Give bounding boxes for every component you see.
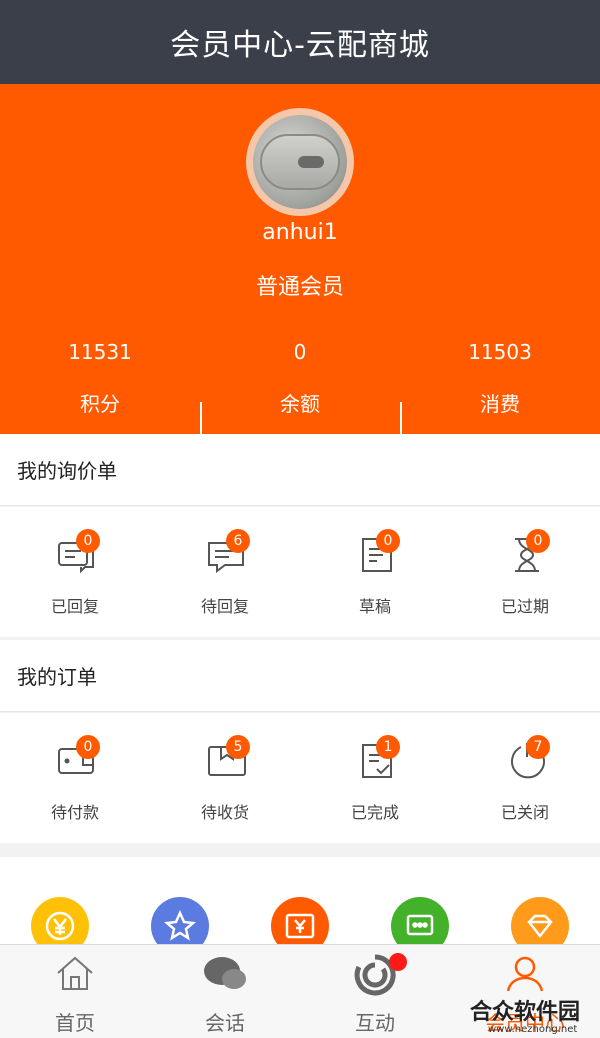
item-label: 已回复 — [50, 597, 99, 616]
count-badge: 7 — [526, 735, 550, 759]
tab-label: 首页 — [55, 1011, 95, 1035]
stats-row: 11531 积分 0 余额 11503 消费 — [0, 336, 600, 434]
profile-panel: anhui1 普通会员 11531 积分 0 余额 11503 消费 — [0, 84, 600, 434]
inquiry-item-replied[interactable]: 0 已回复 — [0, 507, 150, 637]
stat-value: 11531 — [68, 340, 132, 364]
quick-actions — [0, 857, 600, 955]
stat-label: 余额 — [280, 392, 320, 416]
notification-dot — [389, 953, 407, 971]
count-badge: 5 — [226, 735, 250, 759]
diamond-icon — [527, 914, 553, 939]
item-label: 已过期 — [500, 597, 549, 616]
message-icon — [406, 914, 434, 936]
inquiry-section-title[interactable]: 我的询价单 — [0, 434, 600, 506]
count-badge: 0 — [76, 529, 100, 553]
inquiry-item-draft[interactable]: 0 草稿 — [300, 507, 450, 637]
inquiry-title: 我的询价单 — [17, 459, 117, 483]
count-badge: 0 — [76, 735, 100, 759]
count-badge: 0 — [526, 529, 550, 553]
username: anhui1 — [262, 220, 338, 245]
avatar[interactable] — [246, 108, 354, 216]
tab-label: 互动 — [355, 1011, 395, 1035]
stat-balance[interactable]: 0 余额 — [200, 336, 400, 434]
inquiry-row: 0 已回复 6 待回复 0 草稿 0 已过期 — [0, 507, 600, 637]
member-level: 普通会员 — [255, 275, 344, 300]
watermark-url: www.hezhong.net — [488, 1024, 578, 1035]
item-label: 待付款 — [50, 803, 99, 822]
home-icon — [57, 956, 93, 990]
page-title: 会员中心-云配商城 — [170, 28, 430, 63]
stat-spending[interactable]: 11503 消费 — [400, 336, 600, 434]
order-item-completed[interactable]: 1 已完成 — [300, 713, 450, 843]
header-bar: 会员中心-云配商城 — [0, 0, 600, 84]
count-badge: 1 — [376, 735, 400, 759]
count-badge: 6 — [226, 529, 250, 553]
watermark: 合众软件园 www.hezhong.net — [470, 994, 580, 1035]
tab-home[interactable]: 首页 — [0, 945, 150, 1038]
orders-row: 0 待付款 5 待收货 1 已完成 7 已关闭 — [0, 713, 600, 843]
item-label: 待收货 — [200, 803, 249, 822]
order-item-to-receive[interactable]: 5 待收货 — [150, 713, 300, 843]
orders-title: 我的订单 — [17, 665, 97, 689]
coupon-icon — [285, 913, 315, 939]
item-label: 待回复 — [200, 597, 249, 616]
tab-chat[interactable]: 会话 — [150, 945, 300, 1038]
order-item-unpaid[interactable]: 0 待付款 — [0, 713, 150, 843]
inquiry-item-pending[interactable]: 6 待回复 — [150, 507, 300, 637]
item-label: 草稿 — [358, 597, 391, 616]
tab-label: 会话 — [205, 1011, 245, 1035]
watermark-text: 合众软件园 — [470, 1000, 581, 1025]
orders-section-title[interactable]: 我的订单 — [0, 640, 600, 712]
tab-interact[interactable]: 互动 — [300, 945, 450, 1038]
item-label: 已完成 — [350, 803, 399, 822]
stat-value: 11503 — [468, 340, 532, 364]
stat-value: 0 — [293, 340, 307, 364]
star-icon — [164, 909, 196, 941]
stat-points[interactable]: 11531 积分 — [0, 336, 200, 434]
stat-label: 消费 — [480, 392, 520, 416]
count-badge: 0 — [376, 529, 400, 553]
item-label: 已关闭 — [500, 803, 549, 822]
order-item-closed[interactable]: 7 已关闭 — [450, 713, 600, 843]
yen-coin-icon — [45, 911, 75, 941]
stat-label: 积分 — [80, 392, 120, 416]
chat-icon — [204, 957, 246, 989]
inquiry-item-expired[interactable]: 0 已过期 — [450, 507, 600, 637]
user-icon — [506, 956, 544, 992]
